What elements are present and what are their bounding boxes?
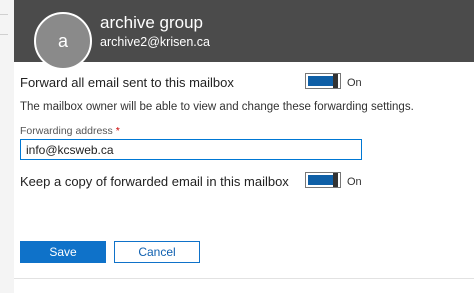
forwarding-description: The mailbox owner will be able to view a… [20,101,414,113]
mailbox-display-name: archive group [100,13,204,32]
forwarding-address-input[interactable] [20,139,362,160]
forwarding-address-label-text: Forwarding address [20,125,113,137]
save-button[interactable]: Save [20,241,106,263]
keep-copy-toggle[interactable] [305,172,341,188]
toggle-knob [333,173,338,187]
keep-copy-toggle-state: On [347,176,362,188]
cancel-button[interactable]: Cancel [114,241,200,263]
forward-all-toggle-state: On [347,77,362,89]
background-divider [0,14,8,15]
toggle-track [308,76,334,86]
mailbox-email-address: archive2@krisen.ca [100,35,210,49]
required-marker: * [115,125,120,137]
forward-all-toggle[interactable] [305,73,341,89]
forward-all-label: Forward all email sent to this mailbox [20,75,234,90]
forwarding-address-label: Forwarding address * [20,125,120,137]
toggle-knob [333,74,338,88]
background-page-edge [0,0,14,293]
keep-copy-label: Keep a copy of forwarded email in this m… [20,174,289,189]
toggle-track [308,175,334,185]
avatar: a [34,12,92,70]
footer-divider [14,278,474,279]
mailbox-header: a archive group archive2@krisen.ca [14,0,474,70]
background-divider [0,34,8,35]
